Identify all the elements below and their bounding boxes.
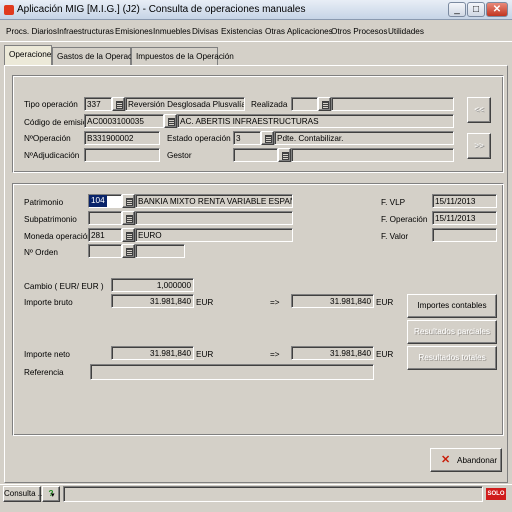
maximize-button[interactable]: □ [467, 2, 485, 17]
referencia-label: Referencia [24, 368, 64, 377]
tipo-operacion-lookup-button[interactable] [112, 97, 125, 111]
importe-bruto-arrow: => [270, 298, 280, 307]
referencia-field[interactable] [90, 364, 374, 380]
close-button[interactable]: ✕ [486, 2, 508, 17]
subpatrimonio-label: Subpatrimonio [24, 215, 77, 224]
estado-operacion-lookup-button[interactable] [261, 131, 274, 145]
f-valor-field[interactable] [432, 228, 497, 242]
tipo-operacion-code[interactable]: 337 [84, 97, 112, 111]
f-valor-label: F. Valor [381, 232, 409, 241]
importe-neto-field[interactable]: 31.981,840 [111, 346, 194, 360]
resultados-totales-button[interactable]: Resultados totales [407, 346, 497, 370]
resultados-parciales-button[interactable]: Resultados parciales [407, 320, 497, 344]
importe-neto-currency-2: EUR [376, 350, 394, 359]
realizada-lookup-button[interactable] [318, 97, 331, 111]
taskbar-consulta-button[interactable]: Consulta ... [3, 486, 44, 502]
abandonar-button[interactable]: ✕ Abandonar [430, 448, 502, 472]
status-message-field [63, 486, 483, 502]
importe-neto-currency: EUR [196, 350, 214, 359]
minimize-button[interactable]: _ [448, 2, 466, 17]
app-icon [4, 5, 14, 15]
moneda-label: Moneda operación [24, 232, 92, 241]
moneda-code[interactable]: 281 [88, 228, 122, 242]
f-operacion-label: F. Operación [381, 215, 428, 224]
importe-neto-arrow: => [270, 350, 280, 359]
codigo-emision-lookup-button[interactable] [164, 114, 177, 128]
menu-existencias[interactable]: Existencias [221, 27, 262, 36]
n-operacion-label: NºOperación [24, 134, 71, 143]
previous-button[interactable]: << [467, 97, 491, 123]
menu-emisiones[interactable]: Emisiones [115, 27, 153, 36]
patrimonio-code[interactable]: 104 [88, 194, 122, 208]
tab-gastos[interactable]: Gastos de la Operación [52, 47, 143, 65]
f-vlp-label: F. VLP [381, 198, 406, 207]
moneda-lookup-button[interactable] [122, 228, 135, 242]
f-vlp-field[interactable]: 15/11/2013 [432, 194, 497, 208]
subpatrimonio-lookup-button[interactable] [122, 211, 135, 225]
subpatrimonio-code[interactable] [88, 211, 122, 225]
menu-otros-procesos[interactable]: Otros Procesos [331, 27, 387, 36]
menu-otras-aplicaciones[interactable]: Otras Aplicaciones [265, 27, 333, 36]
subpatrimonio-desc [135, 211, 293, 225]
patrimonio-lookup-button[interactable] [122, 194, 135, 208]
importe-bruto-field[interactable]: 31.981,840 [111, 294, 194, 308]
codigo-emision-desc: AC. ABERTIS INFRAESTRUCTURAS [177, 114, 454, 128]
patrimonio-code-selection: 104 [89, 195, 107, 207]
next-button[interactable]: >> [467, 133, 491, 159]
n-adjudicacion-field[interactable] [84, 148, 160, 162]
tab-impuestos[interactable]: Impuestos de la Operación [131, 47, 234, 65]
realizada-desc [331, 97, 454, 111]
importe-bruto-currency: EUR [196, 298, 214, 307]
window-title: Aplicación MIG [M.I.G.] (J2) - Consulta … [17, 4, 306, 15]
estado-operacion-label: Estado operación [167, 134, 231, 143]
n-orden-label: Nº Orden [24, 248, 58, 257]
close-icon: ✕ [441, 454, 451, 466]
chevron-down-icon[interactable]: ▾ [51, 491, 55, 499]
abandonar-label: Abandonar [457, 456, 498, 465]
f-operacion-field[interactable]: 15/11/2013 [432, 211, 497, 225]
codigo-emision-code[interactable]: AC0003100035 [84, 114, 164, 128]
menu-divisas[interactable]: Divisas [192, 27, 218, 36]
gestor-label: Gestor [167, 151, 192, 160]
importe-neto-converted[interactable]: 31.981,840 [291, 346, 374, 360]
gestor-code[interactable] [233, 148, 278, 162]
solo-badge: SOLO [486, 488, 506, 500]
n-orden-code[interactable] [88, 244, 122, 258]
patrimonio-desc: BANKIA MIXTO RENTA VARIABLE ESPAÑA, FI [135, 194, 293, 208]
importe-bruto-label: Importe bruto [24, 298, 73, 307]
estado-operacion-desc: Pdte. Contabilizar. [274, 131, 454, 145]
gestor-desc [291, 148, 454, 162]
cambio-field[interactable]: 1,000000 [111, 278, 194, 292]
importe-bruto-currency-2: EUR [376, 298, 394, 307]
n-adjudicacion-label: NºAdjudicación [24, 151, 80, 160]
tipo-operacion-desc: Reversión Desglosada Plusvalías Tác [125, 97, 245, 111]
cambio-label: Cambio ( EUR/ EUR ) [24, 282, 104, 291]
realizada-label: Realizada [251, 100, 288, 109]
importe-neto-label: Importe neto [24, 350, 70, 359]
menu-infraestructuras[interactable]: Infraestructuras [57, 27, 114, 36]
tipo-operacion-label: Tipo operación [24, 100, 78, 109]
estado-operacion-code[interactable]: 3 [233, 131, 261, 145]
n-operacion-field[interactable]: B331900002 [84, 131, 160, 145]
menu-utilidades[interactable]: Utilidades [388, 27, 424, 36]
gestor-lookup-button[interactable] [278, 148, 291, 162]
realizada-code[interactable] [291, 97, 318, 111]
moneda-desc: EURO [135, 228, 293, 242]
n-orden-desc [135, 244, 185, 258]
importe-bruto-converted[interactable]: 31.981,840 [291, 294, 374, 308]
patrimonio-label: Patrimonio [24, 198, 64, 207]
codigo-emision-label: Código de emisión [24, 118, 92, 127]
n-orden-lookup-button[interactable] [122, 244, 135, 258]
importes-contables-button[interactable]: Importes contables [407, 294, 497, 318]
menu-procs-diarios[interactable]: Procs. Diarios [6, 27, 57, 36]
menu-inmuebles[interactable]: Inmuebles [153, 27, 191, 36]
tab-operaciones[interactable]: Operaciones [4, 45, 55, 66]
